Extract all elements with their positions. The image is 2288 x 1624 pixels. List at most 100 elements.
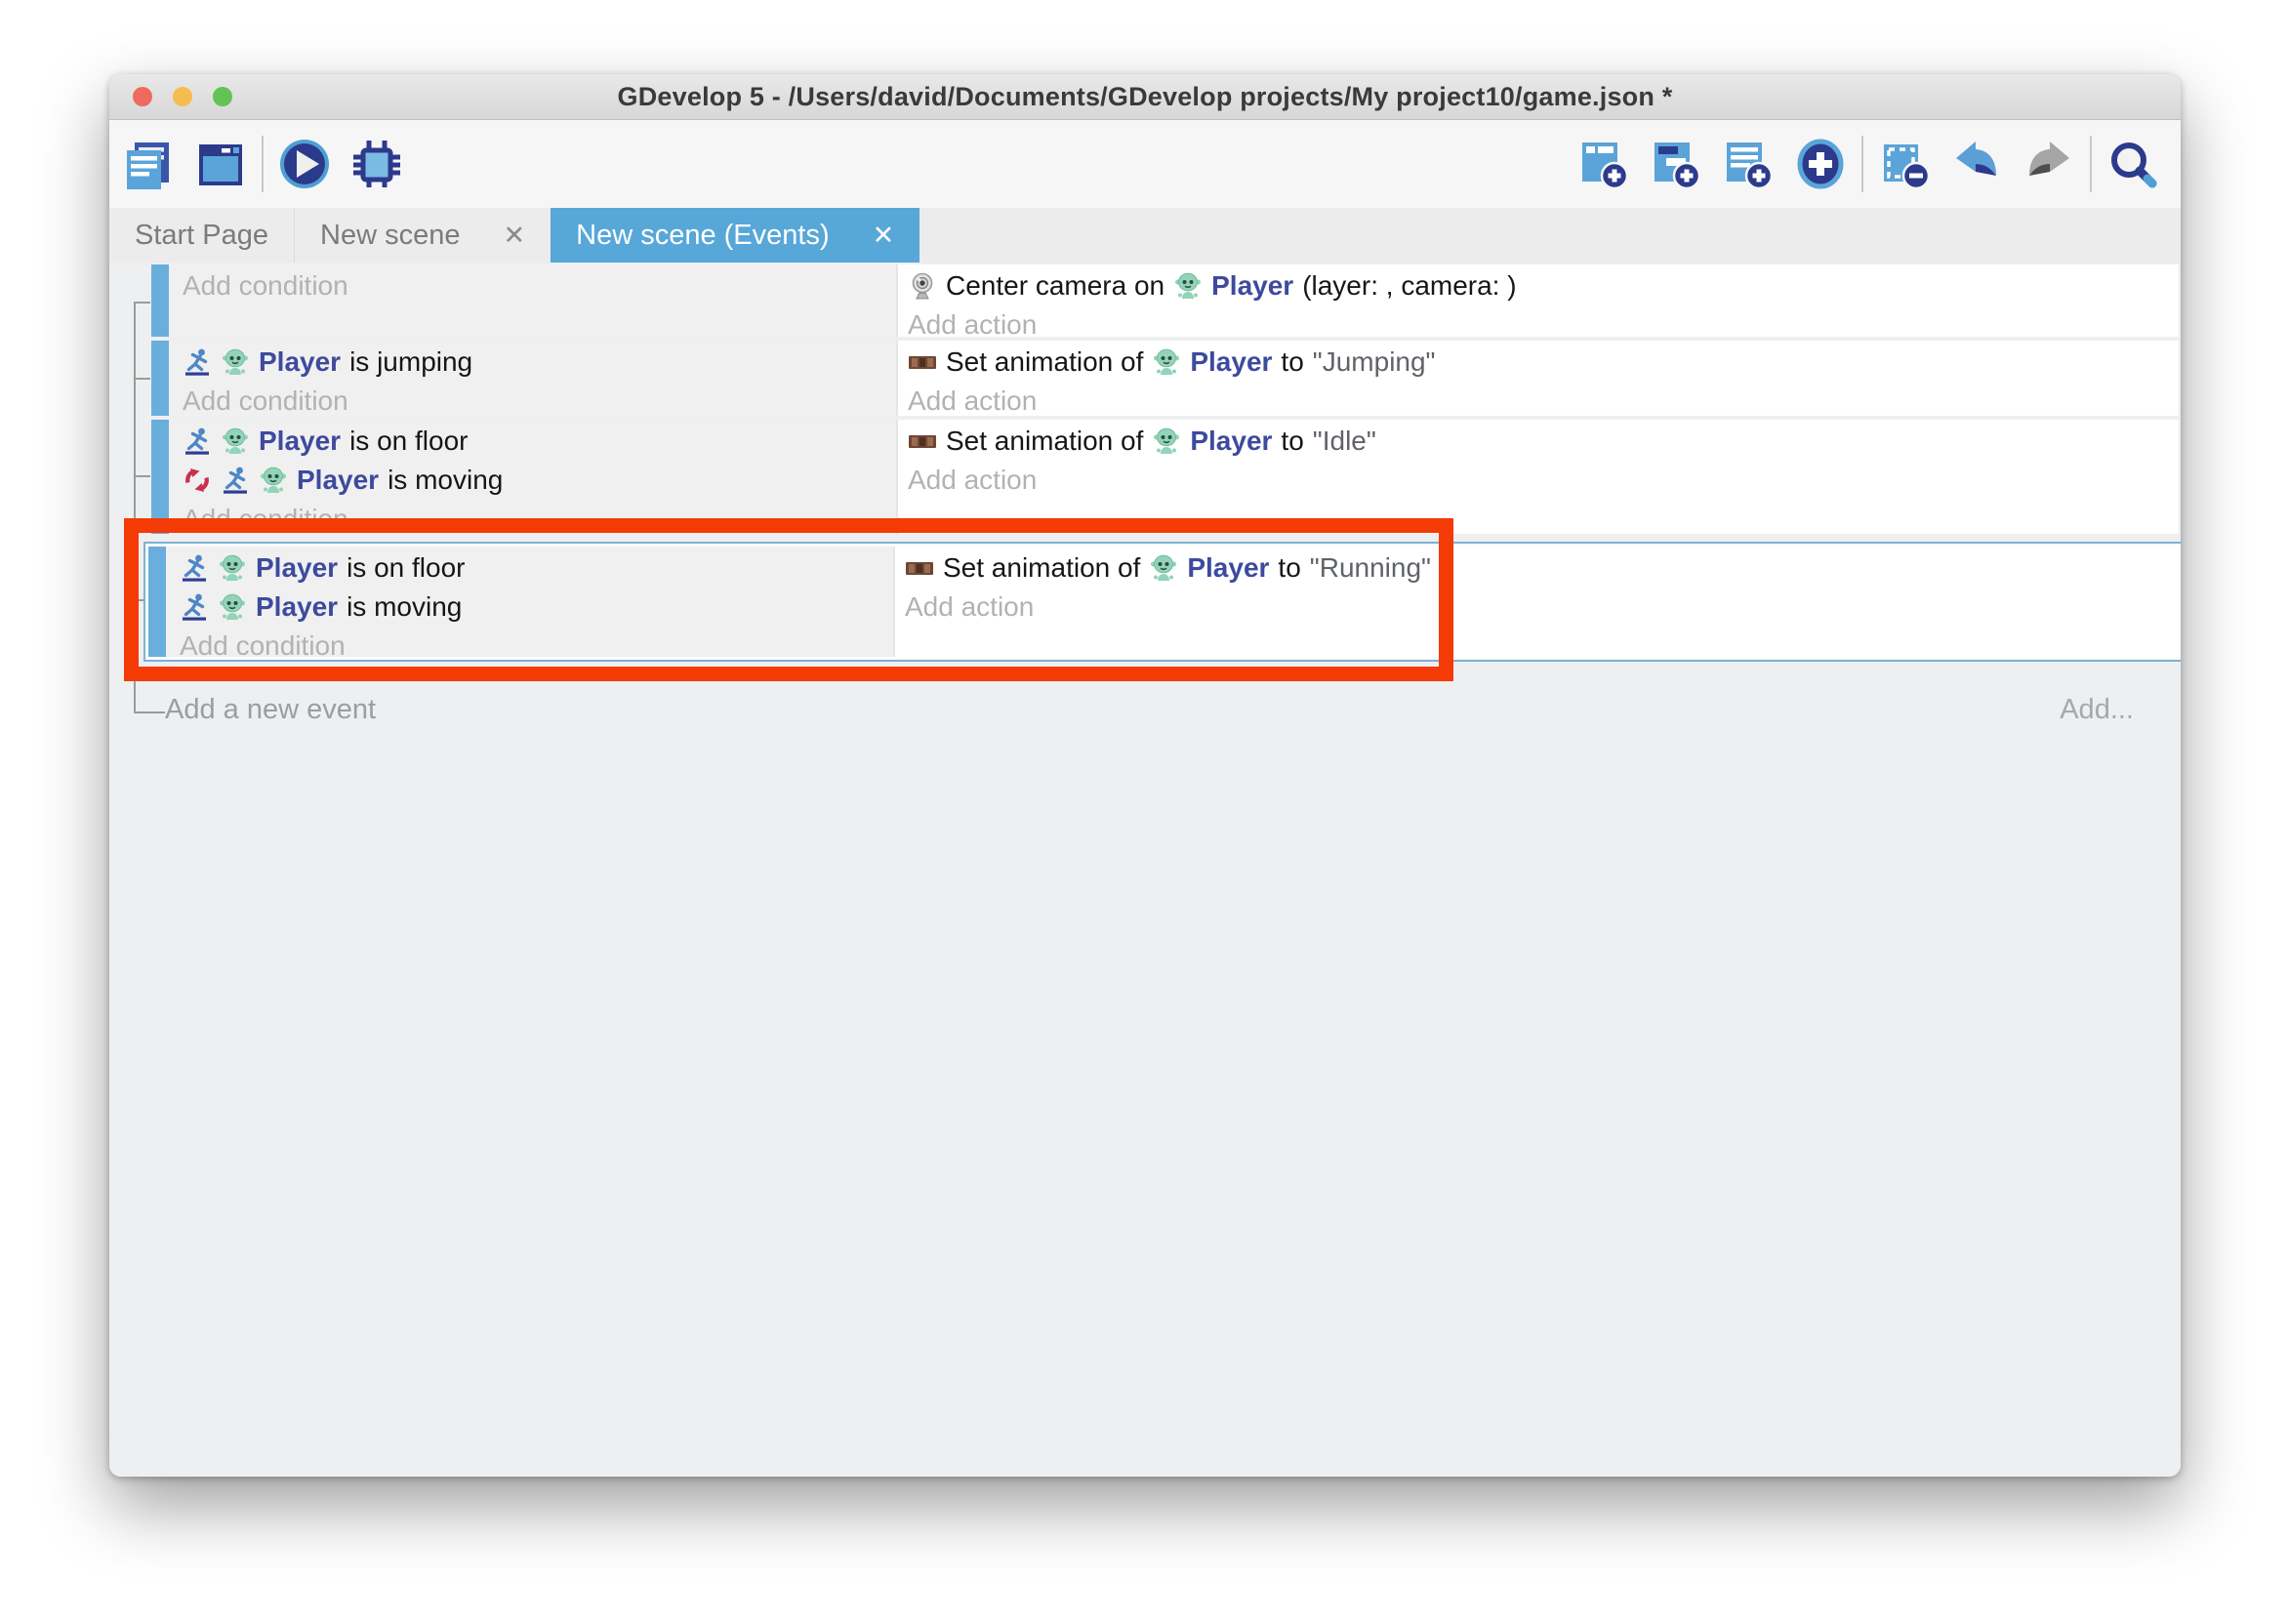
add-condition-link[interactable]: Add condition xyxy=(180,627,893,657)
add-action-link[interactable]: Add action xyxy=(905,588,2180,627)
event-row[interactable]: Player is jumping Add condition Set anim… xyxy=(151,341,2179,416)
invert-condition-icon xyxy=(183,466,212,495)
tree-stub xyxy=(134,302,150,304)
redo-icon[interactable] xyxy=(2022,138,2075,190)
tree-vertical-line xyxy=(134,302,136,713)
object-name: Player xyxy=(1190,426,1272,457)
close-window-button[interactable] xyxy=(133,87,152,106)
condition-line-inverted[interactable]: Player is moving xyxy=(183,461,896,500)
window-title: GDevelop 5 - /Users/david/Documents/GDev… xyxy=(618,82,1673,112)
gdevelop-window: GDevelop 5 - /Users/david/Documents/GDev… xyxy=(109,74,2181,1477)
player-object-icon xyxy=(1152,426,1181,456)
tab-new-scene[interactable]: New scene ✕ xyxy=(294,208,551,263)
player-object-icon xyxy=(221,426,250,456)
action-line[interactable]: Set animation of Player to "Running" xyxy=(905,548,2180,588)
toolbar-separator xyxy=(2090,136,2092,192)
events-sheet: Add condition Center camera on Player (l… xyxy=(109,263,2181,1477)
event-row-selected[interactable]: Player is on floor Player is moving Add … xyxy=(148,547,2180,657)
object-name: Player xyxy=(259,346,341,378)
event-row[interactable]: Player is on floor Player is moving Add … xyxy=(151,420,2179,534)
condition-line[interactable]: Player is jumping xyxy=(183,343,896,382)
platformer-behavior-icon xyxy=(183,347,212,377)
object-name: Player xyxy=(1190,346,1272,378)
add-new-event-link[interactable]: Add a new event xyxy=(165,694,376,726)
object-name: Player xyxy=(1211,270,1293,302)
tab-label: New scene (Events) xyxy=(576,220,830,252)
player-object-icon xyxy=(218,592,247,622)
object-name: Player xyxy=(297,465,379,496)
conditions-cell[interactable]: Add condition xyxy=(169,264,898,337)
events-sheet-icon[interactable] xyxy=(122,138,175,190)
zoom-window-button[interactable] xyxy=(213,87,232,106)
action-text: to xyxy=(1281,346,1303,378)
minimize-window-button[interactable] xyxy=(173,87,192,106)
conditions-cell[interactable]: Player is on floor Player is moving Add … xyxy=(166,547,895,657)
add-more-link[interactable]: Add... xyxy=(2060,694,2134,726)
action-value: "Idle" xyxy=(1313,426,1376,457)
toolbar xyxy=(109,120,2181,208)
actions-cell[interactable]: Set animation of Player to "Running" Add… xyxy=(895,547,2180,657)
screenshot-stage: GDevelop 5 - /Users/david/Documents/GDev… xyxy=(0,0,2288,1624)
add-comment-icon[interactable] xyxy=(1722,138,1775,190)
condition-text: is on floor xyxy=(347,552,465,584)
animation-icon xyxy=(905,553,934,583)
object-name: Player xyxy=(256,591,338,623)
event-drag-bar[interactable] xyxy=(151,264,169,337)
actions-cell[interactable]: Set animation of Player to "Jumping" Add… xyxy=(898,341,2179,416)
object-name: Player xyxy=(1187,552,1269,584)
event-drag-bar[interactable] xyxy=(148,547,166,657)
player-object-icon xyxy=(1149,553,1178,583)
add-action-link[interactable]: Add action xyxy=(908,461,2179,500)
actions-cell[interactable]: Set animation of Player to "Idle" Add ac… xyxy=(898,420,2179,534)
condition-line[interactable]: Player is on floor xyxy=(180,548,893,588)
event-drag-bar[interactable] xyxy=(151,341,169,416)
add-subevent-icon[interactable] xyxy=(1650,138,1702,190)
object-name: Player xyxy=(256,552,338,584)
selected-event-outline: Player is on floor Player is moving Add … xyxy=(143,542,2181,662)
animation-icon xyxy=(908,426,937,456)
tab-label: Start Page xyxy=(135,220,268,252)
remove-selection-icon[interactable] xyxy=(1878,138,1931,190)
play-icon[interactable] xyxy=(278,138,331,190)
object-name: Player xyxy=(259,426,341,457)
close-tab-icon[interactable]: ✕ xyxy=(873,223,895,249)
conditions-cell[interactable]: Player is jumping Add condition xyxy=(169,341,898,416)
tree-stub xyxy=(134,475,150,477)
add-circle-icon[interactable] xyxy=(1794,138,1847,190)
condition-line[interactable]: Player is on floor xyxy=(183,422,896,461)
undo-icon[interactable] xyxy=(1950,138,2003,190)
condition-text: is jumping xyxy=(349,346,472,378)
add-action-link[interactable]: Add action xyxy=(908,382,2179,416)
close-tab-icon[interactable]: ✕ xyxy=(504,223,526,249)
add-event-icon[interactable] xyxy=(1577,138,1630,190)
title-bar[interactable]: GDevelop 5 - /Users/david/Documents/GDev… xyxy=(109,74,2181,120)
action-value: "Jumping" xyxy=(1313,346,1436,378)
add-action-link[interactable]: Add action xyxy=(908,305,2179,337)
action-text: Center camera on xyxy=(946,270,1164,302)
tree-stub xyxy=(134,711,165,713)
action-text: to xyxy=(1278,552,1300,584)
tab-start-page[interactable]: Start Page xyxy=(109,208,294,263)
condition-text: is on floor xyxy=(349,426,468,457)
action-line[interactable]: Set animation of Player to "Jumping" xyxy=(908,343,2179,382)
action-line[interactable]: Center camera on Player (layer: , camera… xyxy=(908,266,2179,305)
toolbar-separator xyxy=(1861,136,1863,192)
event-drag-bar[interactable] xyxy=(151,420,169,534)
actions-cell[interactable]: Center camera on Player (layer: , camera… xyxy=(898,264,2179,337)
traffic-lights xyxy=(133,87,232,106)
camera-icon xyxy=(908,271,937,301)
add-condition-link[interactable]: Add condition xyxy=(183,500,896,534)
add-condition-link[interactable]: Add condition xyxy=(183,266,896,305)
add-condition-link[interactable]: Add condition xyxy=(183,382,896,416)
conditions-cell[interactable]: Player is on floor Player is moving Add … xyxy=(169,420,898,534)
scene-editor-icon[interactable] xyxy=(194,138,247,190)
debug-icon[interactable] xyxy=(350,138,403,190)
tab-new-scene-events[interactable]: New scene (Events) ✕ xyxy=(551,208,919,263)
action-line[interactable]: Set animation of Player to "Idle" xyxy=(908,422,2179,461)
action-text: to xyxy=(1281,426,1303,457)
tab-bar: Start Page New scene ✕ New scene (Events… xyxy=(109,208,2181,263)
event-row[interactable]: Add condition Center camera on Player (l… xyxy=(151,264,2179,337)
search-icon[interactable] xyxy=(2106,138,2159,190)
condition-line[interactable]: Player is moving xyxy=(180,588,893,627)
platformer-behavior-icon xyxy=(180,592,209,622)
